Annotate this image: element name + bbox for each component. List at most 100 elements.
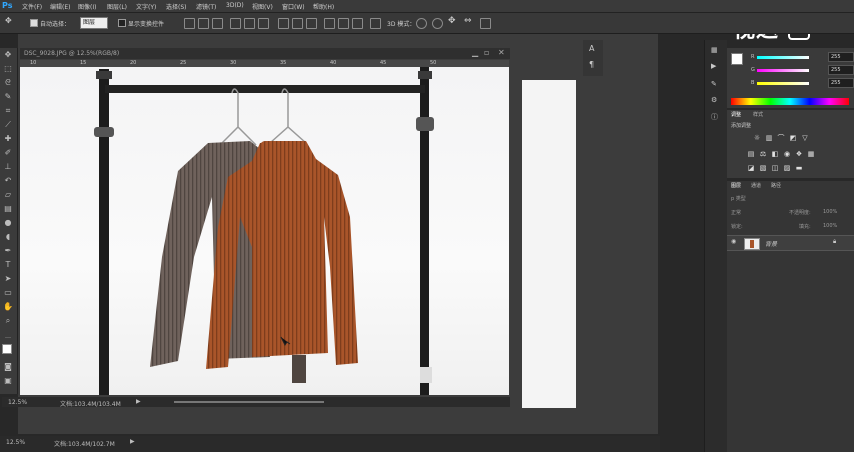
align-right-icon[interactable]	[258, 18, 269, 29]
levels-icon[interactable]: ▥	[765, 134, 773, 142]
move-tool-icon[interactable]: ✥	[5, 16, 14, 25]
photo-filter-icon[interactable]: ◉	[783, 150, 791, 158]
align-bottom-icon[interactable]	[212, 18, 223, 29]
menu-view[interactable]: 视图(V)	[252, 2, 273, 11]
auto-select-checkbox[interactable]	[30, 19, 38, 27]
pen-tool-icon[interactable]: ✒	[3, 246, 13, 256]
lock-icon[interactable]: 🔒︎	[833, 238, 836, 246]
eraser-tool-icon[interactable]: ▱	[3, 190, 13, 200]
exposure-icon[interactable]: ◩	[789, 134, 797, 142]
clone-source-icon[interactable]: ⚙	[711, 96, 717, 104]
auto-select-dropdown[interactable]: 图层	[80, 17, 108, 29]
color-balance-icon[interactable]: ⚖	[759, 150, 767, 158]
character-icon[interactable]: A	[589, 44, 594, 53]
foreground-color-swatch[interactable]	[2, 344, 12, 354]
blue-value-field[interactable]: 255	[828, 78, 854, 88]
red-value-field[interactable]: 255	[828, 52, 854, 62]
align-top-icon[interactable]	[184, 18, 195, 29]
more-tools-icon[interactable]: …	[3, 332, 13, 342]
history-brush-tool-icon[interactable]: ↶	[3, 176, 13, 186]
status-zoom-value[interactable]: 12.5%	[6, 439, 25, 446]
crop-tool-icon[interactable]: ⌗	[3, 106, 13, 116]
path-selection-tool-icon[interactable]: ➤	[3, 274, 13, 284]
eye-icon[interactable]: ◉	[731, 238, 736, 245]
tab-adjustments[interactable]: 调整	[731, 111, 741, 118]
invert-icon[interactable]: ◪	[747, 164, 755, 172]
quick-select-tool-icon[interactable]: ✎	[3, 92, 13, 102]
align-left-icon[interactable]	[230, 18, 241, 29]
document-tab[interactable]: DSC_9028.JPG @ 12.5%(RGB/8) ▁ ▫ ✕	[20, 48, 510, 59]
show-transform-checkbox[interactable]	[118, 19, 126, 27]
blur-tool-icon[interactable]: ●	[3, 218, 13, 228]
dodge-tool-icon[interactable]: ◖	[3, 232, 13, 242]
curves-icon[interactable]: ⌒	[777, 134, 785, 142]
menu-window[interactable]: 窗口(W)	[282, 2, 305, 11]
history-icon[interactable]: ▦	[711, 46, 718, 54]
scale-3d-icon[interactable]	[480, 18, 491, 29]
rotate-3d-icon[interactable]	[416, 18, 427, 29]
quick-mask-icon[interactable]: ◙	[3, 362, 13, 372]
black-white-icon[interactable]: ◧	[771, 150, 779, 158]
distribute-left-icon[interactable]	[324, 18, 335, 29]
screen-mode-icon[interactable]: ▣	[3, 376, 13, 386]
shape-tool-icon[interactable]: ▭	[3, 288, 13, 298]
menu-type[interactable]: 文字(Y)	[136, 2, 156, 11]
status-arrow-icon[interactable]: ▶	[130, 438, 135, 445]
status-arrow-icon[interactable]: ▶	[136, 398, 141, 405]
info-icon[interactable]: ⓘ	[711, 112, 718, 122]
horizontal-scrollbar[interactable]	[174, 401, 324, 403]
layer-name[interactable]: 背景	[765, 239, 777, 248]
actions-icon[interactable]: ▶	[711, 62, 716, 70]
pan-3d-icon[interactable]: ✥	[448, 16, 457, 26]
foreground-color-swatch[interactable]	[731, 53, 743, 65]
marquee-tool-icon[interactable]: ⬚	[3, 64, 13, 74]
slide-3d-icon[interactable]: ⇔	[464, 16, 473, 26]
type-tool-icon[interactable]: T	[3, 260, 13, 270]
menu-file[interactable]: 文件(F)	[22, 2, 42, 11]
gradient-tool-icon[interactable]: ▤	[3, 204, 13, 214]
distribute-hcenter-icon[interactable]	[338, 18, 349, 29]
threshold-icon[interactable]: ◫	[771, 164, 779, 172]
channel-mixer-icon[interactable]: ❖	[795, 150, 803, 158]
blue-slider[interactable]	[757, 82, 809, 85]
paragraph-icon[interactable]: ¶	[589, 60, 594, 69]
healing-brush-tool-icon[interactable]: ✚	[3, 134, 13, 144]
green-value-field[interactable]: 255	[828, 65, 854, 75]
hand-tool-icon[interactable]: ✋	[3, 302, 13, 312]
menu-image[interactable]: 图像(I)	[78, 2, 96, 11]
color-spectrum-bar[interactable]	[731, 98, 849, 105]
distribute-right-icon[interactable]	[352, 18, 363, 29]
close-icon[interactable]: ✕	[498, 48, 505, 57]
zoom-tool-icon[interactable]: ⌕	[3, 316, 13, 326]
distribute-bottom-icon[interactable]	[306, 18, 317, 29]
menu-help[interactable]: 帮助(H)	[313, 2, 334, 11]
document-canvas[interactable]	[20, 67, 509, 395]
tab-layers[interactable]: 图层	[731, 182, 741, 189]
posterize-icon[interactable]: ▧	[759, 164, 767, 172]
align-vcenter-icon[interactable]	[198, 18, 209, 29]
tab-channels[interactable]: 通道	[751, 182, 761, 189]
color-lookup-icon[interactable]: ▦	[807, 150, 815, 158]
fill-value[interactable]: 100%	[823, 223, 837, 229]
move-tool-icon[interactable]: ✥	[3, 50, 13, 60]
align-hcenter-icon[interactable]	[244, 18, 255, 29]
vibrance-icon[interactable]: ▽	[801, 134, 809, 142]
menu-filter[interactable]: 滤镜(T)	[196, 2, 216, 11]
hue-saturation-icon[interactable]: ▤	[747, 150, 755, 158]
menu-edit[interactable]: 编辑(E)	[50, 2, 70, 11]
roll-3d-icon[interactable]	[432, 18, 443, 29]
gradient-map-icon[interactable]: ▬	[795, 164, 803, 172]
opacity-value[interactable]: 100%	[823, 209, 837, 215]
auto-align-icon[interactable]	[370, 18, 381, 29]
red-slider[interactable]	[757, 56, 809, 59]
distribute-vcenter-icon[interactable]	[292, 18, 303, 29]
maximize-icon[interactable]: ▫	[484, 48, 489, 57]
blend-mode-dropdown[interactable]: 正常	[731, 209, 741, 216]
document-zoom-value[interactable]: 12.5%	[8, 399, 27, 406]
lasso-tool-icon[interactable]: ᘓ	[3, 78, 13, 88]
menu-select[interactable]: 选择(S)	[166, 2, 187, 11]
menu-3d[interactable]: 3D(D)	[226, 2, 244, 9]
brightness-icon[interactable]: ☼	[753, 134, 761, 142]
selective-color-icon[interactable]: ▨	[783, 164, 791, 172]
green-slider[interactable]	[757, 69, 809, 72]
